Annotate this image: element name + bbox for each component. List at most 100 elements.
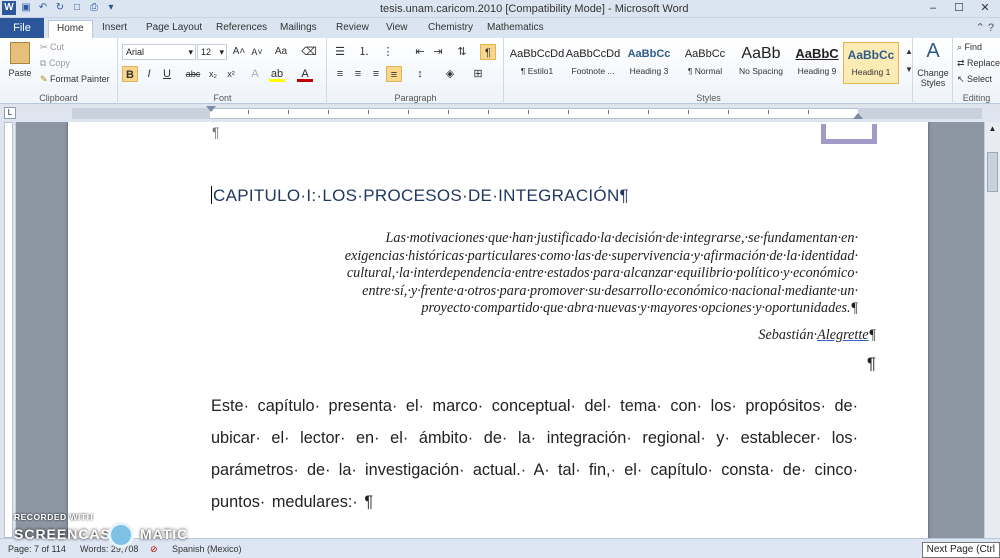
scroll-thumb[interactable] (987, 152, 998, 192)
show-formatting-marks-button[interactable]: ¶ (480, 44, 496, 60)
cut-button[interactable]: ✂ Cut (40, 42, 64, 53)
copy-button[interactable]: ⧉ Copy (40, 58, 70, 69)
maximize-button[interactable]: ☐ (946, 0, 972, 16)
paste-button[interactable]: Paste (6, 42, 34, 78)
change-case-icon[interactable]: Aa (273, 44, 289, 60)
style-preview: AaBb (741, 45, 781, 62)
replace-button[interactable]: ⇄ Replace (957, 58, 1000, 69)
sort-icon[interactable]: ⇅ (454, 44, 470, 60)
find-button[interactable]: ⌕ Find (957, 42, 982, 53)
print-preview-icon[interactable]: ⎙ (87, 1, 101, 15)
tab-chemistry[interactable]: Chemistry (420, 20, 481, 38)
bullets-icon[interactable]: ☰ (332, 44, 348, 60)
multilevel-list-icon[interactable]: ⋮ (380, 44, 396, 60)
grow-font-icon[interactable]: A˄ (231, 44, 247, 60)
align-center-icon[interactable]: ≡ (350, 66, 366, 82)
indent-marker-icon[interactable] (206, 106, 216, 112)
align-right-icon[interactable]: ≡ (368, 66, 384, 82)
vertical-ruler[interactable] (0, 122, 16, 538)
underline-button[interactable]: U (159, 66, 175, 82)
change-styles-button[interactable]: A Change Styles (914, 38, 952, 104)
subscript-button[interactable]: x₂ (205, 66, 221, 82)
bold-button[interactable]: B (122, 66, 138, 82)
style-preview: AaBbCc (627, 48, 671, 60)
ruler-tick (608, 110, 609, 114)
style-preview: AaBbC (795, 46, 839, 61)
change-styles-icon: A (926, 40, 940, 62)
tab-view[interactable]: View (378, 20, 416, 38)
italic-button[interactable]: I (141, 66, 157, 82)
style-estilo1[interactable]: AaBbCcDd ¶ Estilo1 (509, 42, 565, 84)
style-heading-3[interactable]: AaBbCc Heading 3 (621, 42, 677, 84)
shrink-font-icon[interactable]: A˅ (249, 44, 265, 60)
style-no-spacing[interactable]: AaBb No Spacing (733, 42, 789, 84)
borders-icon[interactable]: ⊞ (470, 66, 486, 82)
justify-button[interactable]: ≡ (386, 66, 402, 82)
ruler-tick (408, 110, 409, 114)
author-last-name: Alegrette (817, 327, 869, 343)
help-icon[interactable]: ⌃ ? (976, 21, 994, 34)
save-icon[interactable]: ▣ (19, 1, 33, 15)
superscript-button[interactable]: x² (223, 66, 239, 82)
tab-review[interactable]: Review (328, 20, 377, 38)
redo-icon[interactable]: ↻ (53, 1, 67, 15)
style-footnote[interactable]: AaBbCcDd Footnote ... (565, 42, 621, 84)
new-document-icon[interactable]: □ (70, 1, 84, 15)
tab-page-layout[interactable]: Page Layout (138, 20, 210, 38)
next-page-tooltip: Next Page (Ctrl (921, 542, 1000, 558)
word-count[interactable]: Words: 29,708 (80, 544, 138, 554)
font-size-combo[interactable]: 12 ▾ (197, 44, 227, 60)
line-spacing-icon[interactable]: ↕ (412, 66, 428, 82)
tab-home[interactable]: Home (48, 20, 93, 38)
undo-icon[interactable]: ↶ (36, 1, 50, 15)
epigraph-author[interactable]: Sebastián·Alegrette¶ (758, 327, 876, 344)
clipboard-group-label: Clipboard (39, 93, 78, 103)
language-indicator[interactable]: Spanish (Mexico) (172, 544, 242, 554)
style-heading-9[interactable]: AaBbC Heading 9 (789, 42, 845, 84)
shading-icon[interactable]: ◈ (442, 66, 458, 82)
tab-selector-icon[interactable]: L (4, 107, 16, 119)
text-effects-icon[interactable]: A (247, 66, 263, 82)
decrease-indent-icon[interactable]: ⇤ (412, 44, 428, 60)
tab-mathematics[interactable]: Mathematics (479, 20, 552, 38)
page-count[interactable]: Page: 7 of 114 (8, 544, 66, 554)
decorative-shape (821, 124, 877, 144)
vertical-scrollbar[interactable]: ▲ (984, 122, 1000, 538)
document-page[interactable]: ¶ CAPITULO·I:·LOS·PROCESOS·DE·INTEGRACIÓ… (68, 122, 928, 538)
select-label: Select (967, 74, 993, 84)
word-logo-icon[interactable]: W (2, 1, 16, 15)
horizontal-ruler[interactable]: L (0, 105, 1000, 122)
close-button[interactable]: ✕ (972, 0, 998, 16)
ruler-tick (448, 110, 449, 114)
font-name-combo[interactable]: Arial ▾ (122, 44, 196, 60)
paragraph-mark: ¶ (868, 327, 876, 343)
paragraph-group: ☰ ⒈ ⋮ ⇤ ⇥ ⇅ ¶ ≡ ≡ ≡ ≡ ↕ ◈ ⊞ Paragraph (328, 38, 504, 104)
select-button[interactable]: ↖ Select (957, 74, 992, 85)
right-indent-marker-icon[interactable] (853, 113, 863, 119)
scroll-up-icon[interactable]: ▲ (985, 122, 1000, 136)
customize-toolbar-icon[interactable]: ▾ (104, 1, 118, 15)
tab-insert[interactable]: Insert (94, 20, 135, 38)
format-painter-button[interactable]: ✎ Format Painter (40, 74, 110, 85)
tab-file[interactable]: File (0, 18, 44, 38)
minimize-button[interactable]: – (920, 0, 946, 16)
tab-mailings[interactable]: Mailings (272, 20, 325, 38)
tab-references[interactable]: References (208, 20, 275, 38)
binoculars-icon: ⌕ (957, 42, 965, 52)
chapter-heading[interactable]: CAPITULO·I:·LOS·PROCESOS·DE·INTEGRACIÓN¶ (211, 186, 629, 206)
clear-formatting-icon[interactable]: ⌫ (301, 44, 317, 60)
align-left-icon[interactable]: ≡ (332, 66, 348, 82)
chevron-down-icon: ▾ (219, 47, 224, 57)
epigraph-quote[interactable]: Las·motivaciones·que·han·justificado·la·… (218, 230, 858, 318)
font-color-icon[interactable]: A (297, 66, 313, 82)
proofing-error-icon[interactable]: ⊘ (150, 544, 158, 555)
style-normal[interactable]: AaBbCc ¶ Normal (677, 42, 733, 84)
strikethrough-button[interactable]: abc (185, 66, 201, 82)
numbering-icon[interactable]: ⒈ (356, 44, 372, 60)
style-heading-1[interactable]: AaBbCc Heading 1 (843, 42, 899, 84)
increase-indent-icon[interactable]: ⇥ (430, 44, 446, 60)
body-paragraph[interactable]: Este· capítulo· presenta· el· marco· con… (211, 390, 858, 518)
highlight-color-icon[interactable]: ab (269, 66, 285, 82)
title-bar: W ▣ ↶ ↻ □ ⎙ ▾ tesis.unam.caricom.2010 [C… (0, 0, 1000, 18)
document-area[interactable]: ¶ CAPITULO·I:·LOS·PROCESOS·DE·INTEGRACIÓ… (16, 122, 984, 538)
